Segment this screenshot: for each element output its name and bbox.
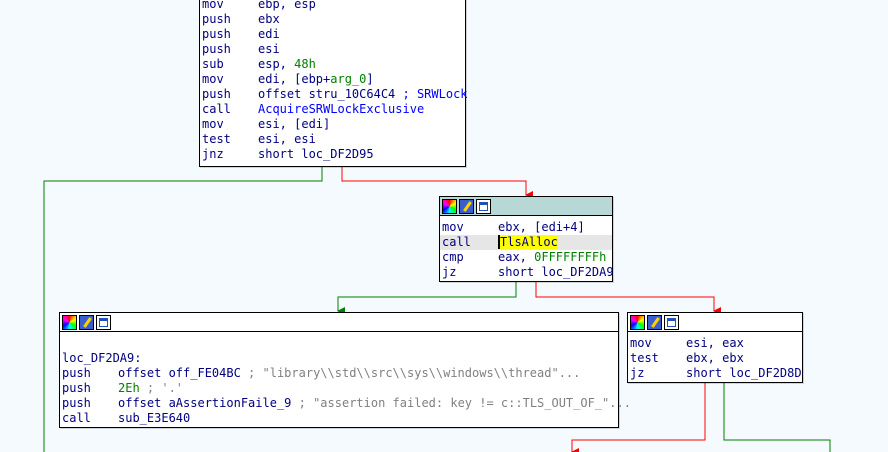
block-header: [628, 313, 802, 332]
operand: 48h: [294, 57, 316, 71]
instruction-line[interactable]: call AcquireSRWLockExclusive: [200, 102, 465, 117]
mnemonic: test: [630, 351, 659, 365]
mnemonic: push: [62, 396, 91, 410]
mnemonic: push: [62, 366, 91, 380]
block-header: [440, 197, 612, 216]
operand: sub_E3E640: [118, 411, 191, 425]
instruction-line[interactable]: push offset aAssertionFaile_9 ; "assertio…: [60, 396, 631, 411]
mnemonic: test: [202, 132, 231, 146]
instruction-list: mov esi, eax test ebx, ebx jz short loc_DF2D8…: [628, 336, 802, 381]
instruction-line[interactable]: jz short loc_DF2DA9: [440, 265, 614, 280]
block-header: [60, 313, 618, 332]
instruction-line[interactable]: push ebx: [200, 12, 465, 27]
color-palette-icon[interactable]: [442, 198, 457, 214]
mnemonic: cmp: [442, 250, 464, 264]
code-block-assert[interactable]: loc_DF2DA9: push offset off_FE04BC ; "lib…: [59, 312, 631, 428]
edge-mid-true: [337, 281, 517, 315]
operand: 0FFFFFFFFh: [534, 250, 607, 264]
operand: ebx, ebx: [686, 351, 744, 365]
operand: eax,: [498, 250, 535, 264]
code-label[interactable]: loc_DF2DA9:: [60, 351, 618, 366]
mnemonic: sub: [202, 57, 224, 71]
operand: esi, esi: [258, 132, 316, 146]
operand: offset aAssertionFaile_9: [118, 396, 299, 410]
operand: ]: [366, 72, 374, 86]
color-palette-icon[interactable]: [62, 314, 77, 330]
instruction-list: mov ebp, esp push ebx push edi push esi sub esp, …: [200, 0, 468, 162]
instruction-line[interactable]: test ebx, ebx: [628, 351, 802, 366]
edge-right-true: [723, 381, 831, 452]
instruction-line[interactable]: mov esi, [edi]: [200, 117, 465, 132]
instruction-line[interactable]: push edi: [200, 27, 465, 42]
operand: ebp, esp: [258, 0, 316, 11]
instruction-line[interactable]: call TlsAlloc: [440, 235, 612, 250]
instruction-line[interactable]: push offset stru_10C64C4 ; SRWLock: [200, 87, 468, 102]
mnemonic: push: [202, 42, 231, 56]
instruction-line[interactable]: push offset off_FE04BC ; "library\\std\\s…: [60, 366, 618, 381]
mnemonic: mov: [202, 0, 224, 11]
color-palette-icon[interactable]: [630, 314, 645, 330]
mnemonic: call: [62, 411, 91, 425]
operand: ; "assertion failed: key != c::TLS_OUT_O…: [298, 396, 631, 410]
operand: short loc_DF2D8D: [686, 366, 802, 380]
operand: esi, eax: [686, 336, 744, 350]
mnemonic: mov: [630, 336, 652, 350]
instruction-line[interactable]: call sub_E3E640: [60, 411, 618, 426]
instruction-line[interactable]: push esi: [200, 42, 465, 57]
operand: ebx, [edi+4]: [498, 220, 585, 234]
instruction-line[interactable]: test esi, esi: [200, 132, 465, 147]
mnemonic: jnz: [202, 147, 224, 161]
instruction-line[interactable]: cmp eax, 0FFFFFFFFh: [440, 250, 612, 265]
operand: ebx: [258, 12, 280, 26]
mnemonic: push: [202, 12, 231, 26]
code-block-entry[interactable]: mov ebp, esp push ebx push edi push esi sub esp, …: [199, 0, 468, 167]
edge-mid-false: [535, 281, 721, 315]
instruction-line[interactable]: jz short loc_DF2D8D: [628, 366, 802, 381]
operand: AcquireSRWLockExclusive: [258, 102, 425, 116]
instruction-line[interactable]: mov edi, [ebp+arg_0]: [200, 72, 465, 87]
operand: short loc_DF2DA9: [498, 265, 614, 279]
operand: esi: [258, 42, 280, 56]
operand: edi: [258, 27, 280, 41]
mnemonic: push: [62, 381, 91, 395]
operand: edi, [ebp+: [258, 72, 331, 86]
operand: offset off_FE04BC: [118, 366, 249, 380]
edit-pencil-icon[interactable]: [459, 198, 474, 214]
instruction-list: mov ebx, [edi+4] call TlsAlloc cmp eax, 0FFFF…: [440, 220, 614, 280]
operand: arg_0: [330, 72, 367, 86]
instruction-line[interactable]: push 2Eh ; '.': [60, 381, 618, 396]
code-block-tlsalloc[interactable]: mov ebx, [edi+4] call TlsAlloc cmp eax, 0FFFF…: [439, 196, 614, 282]
edge-top-false: [341, 166, 533, 199]
edit-pencil-icon[interactable]: [647, 314, 662, 330]
instruction-list: push offset off_FE04BC ; "library\\std\\s…: [60, 366, 631, 426]
mnemonic: mov: [202, 117, 224, 131]
operand: 2Eh: [118, 381, 140, 395]
edit-pencil-icon[interactable]: [79, 314, 94, 330]
instruction-line[interactable]: mov esi, eax: [628, 336, 802, 351]
mnemonic: mov: [202, 72, 224, 86]
mnemonic: call: [442, 235, 471, 249]
operand: ; SRWLock: [402, 87, 468, 101]
code-block-success[interactable]: mov esi, eax test ebx, ebx jz short loc_DF2D8…: [627, 312, 803, 383]
operand: offset stru_10C64C4: [258, 87, 403, 101]
graph-overview-icon[interactable]: [664, 314, 679, 330]
operand: ; '.': [139, 381, 184, 395]
mnemonic: push: [202, 27, 231, 41]
instruction-line[interactable]: jnz short loc_DF2D95: [200, 147, 465, 162]
operand: esp,: [258, 57, 295, 71]
mnemonic: jz: [442, 265, 457, 279]
graph-overview-icon[interactable]: [476, 198, 491, 214]
operand: esi, [edi]: [258, 117, 331, 131]
mnemonic: jz: [630, 366, 645, 380]
operand: TlsAlloc: [498, 235, 558, 249]
mnemonic: call: [202, 102, 231, 116]
instruction-line[interactable]: mov ebx, [edi+4]: [440, 220, 612, 235]
operand: ; "library\\std\\src\\sys\\windows\\thre…: [248, 366, 581, 380]
mnemonic: mov: [442, 220, 464, 234]
mnemonic: push: [202, 87, 231, 101]
instruction-line[interactable]: sub esp, 48h: [200, 57, 465, 72]
operand: short loc_DF2D95: [258, 147, 374, 161]
graph-overview-icon[interactable]: [96, 314, 111, 330]
instruction-line[interactable]: mov ebp, esp: [200, 0, 465, 12]
